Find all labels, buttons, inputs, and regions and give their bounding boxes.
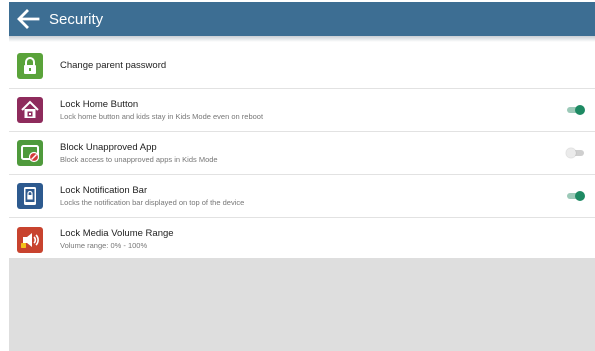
volume-lock-icon — [17, 226, 43, 253]
setting-subtitle: Lock home button and kids stay in Kids M… — [60, 111, 264, 121]
lock-notification-bar-toggle[interactable] — [566, 191, 585, 201]
block-unapproved-app-toggle[interactable] — [566, 148, 585, 158]
setting-subtitle: Block access to unapproved apps in Kids … — [60, 154, 218, 164]
lock-icon — [17, 53, 43, 79]
setting-block-unapproved-app[interactable]: Block Unapproved App Block access to una… — [9, 132, 595, 175]
setting-title: Change parent password — [60, 60, 167, 71]
app-bar: Security — [9, 2, 595, 36]
setting-subtitle: Volume range: 0% - 100% — [60, 241, 148, 250]
settings-list: Change parent password Lock Home Button … — [9, 44, 595, 261]
setting-lock-home-button[interactable]: Lock Home Button Lock home button and ki… — [9, 89, 595, 132]
setting-change-parent-password[interactable]: Change parent password — [9, 44, 595, 89]
setting-lock-notification-bar[interactable]: Lock Notification Bar Locks the notifica… — [9, 175, 595, 218]
home-lock-icon — [17, 97, 43, 123]
back-button[interactable] — [11, 2, 45, 36]
page-title: Security — [49, 10, 104, 28]
empty-area — [9, 258, 595, 351]
setting-title: Block Unapproved App — [60, 141, 157, 153]
arrow-left-icon — [17, 9, 40, 29]
setting-title: Lock Media Volume Range — [60, 228, 174, 239]
notification-lock-icon — [17, 183, 43, 209]
app-bar-shadow — [9, 36, 595, 42]
setting-title: Lock Home Button — [60, 98, 139, 110]
setting-lock-media-volume-range[interactable]: Lock Media Volume Range Volume range: 0%… — [9, 218, 595, 261]
setting-subtitle: Locks the notification bar displayed on … — [60, 197, 245, 207]
lock-home-button-toggle[interactable] — [566, 105, 585, 115]
setting-title: Lock Notification Bar — [60, 184, 148, 196]
block-app-icon — [17, 140, 43, 166]
